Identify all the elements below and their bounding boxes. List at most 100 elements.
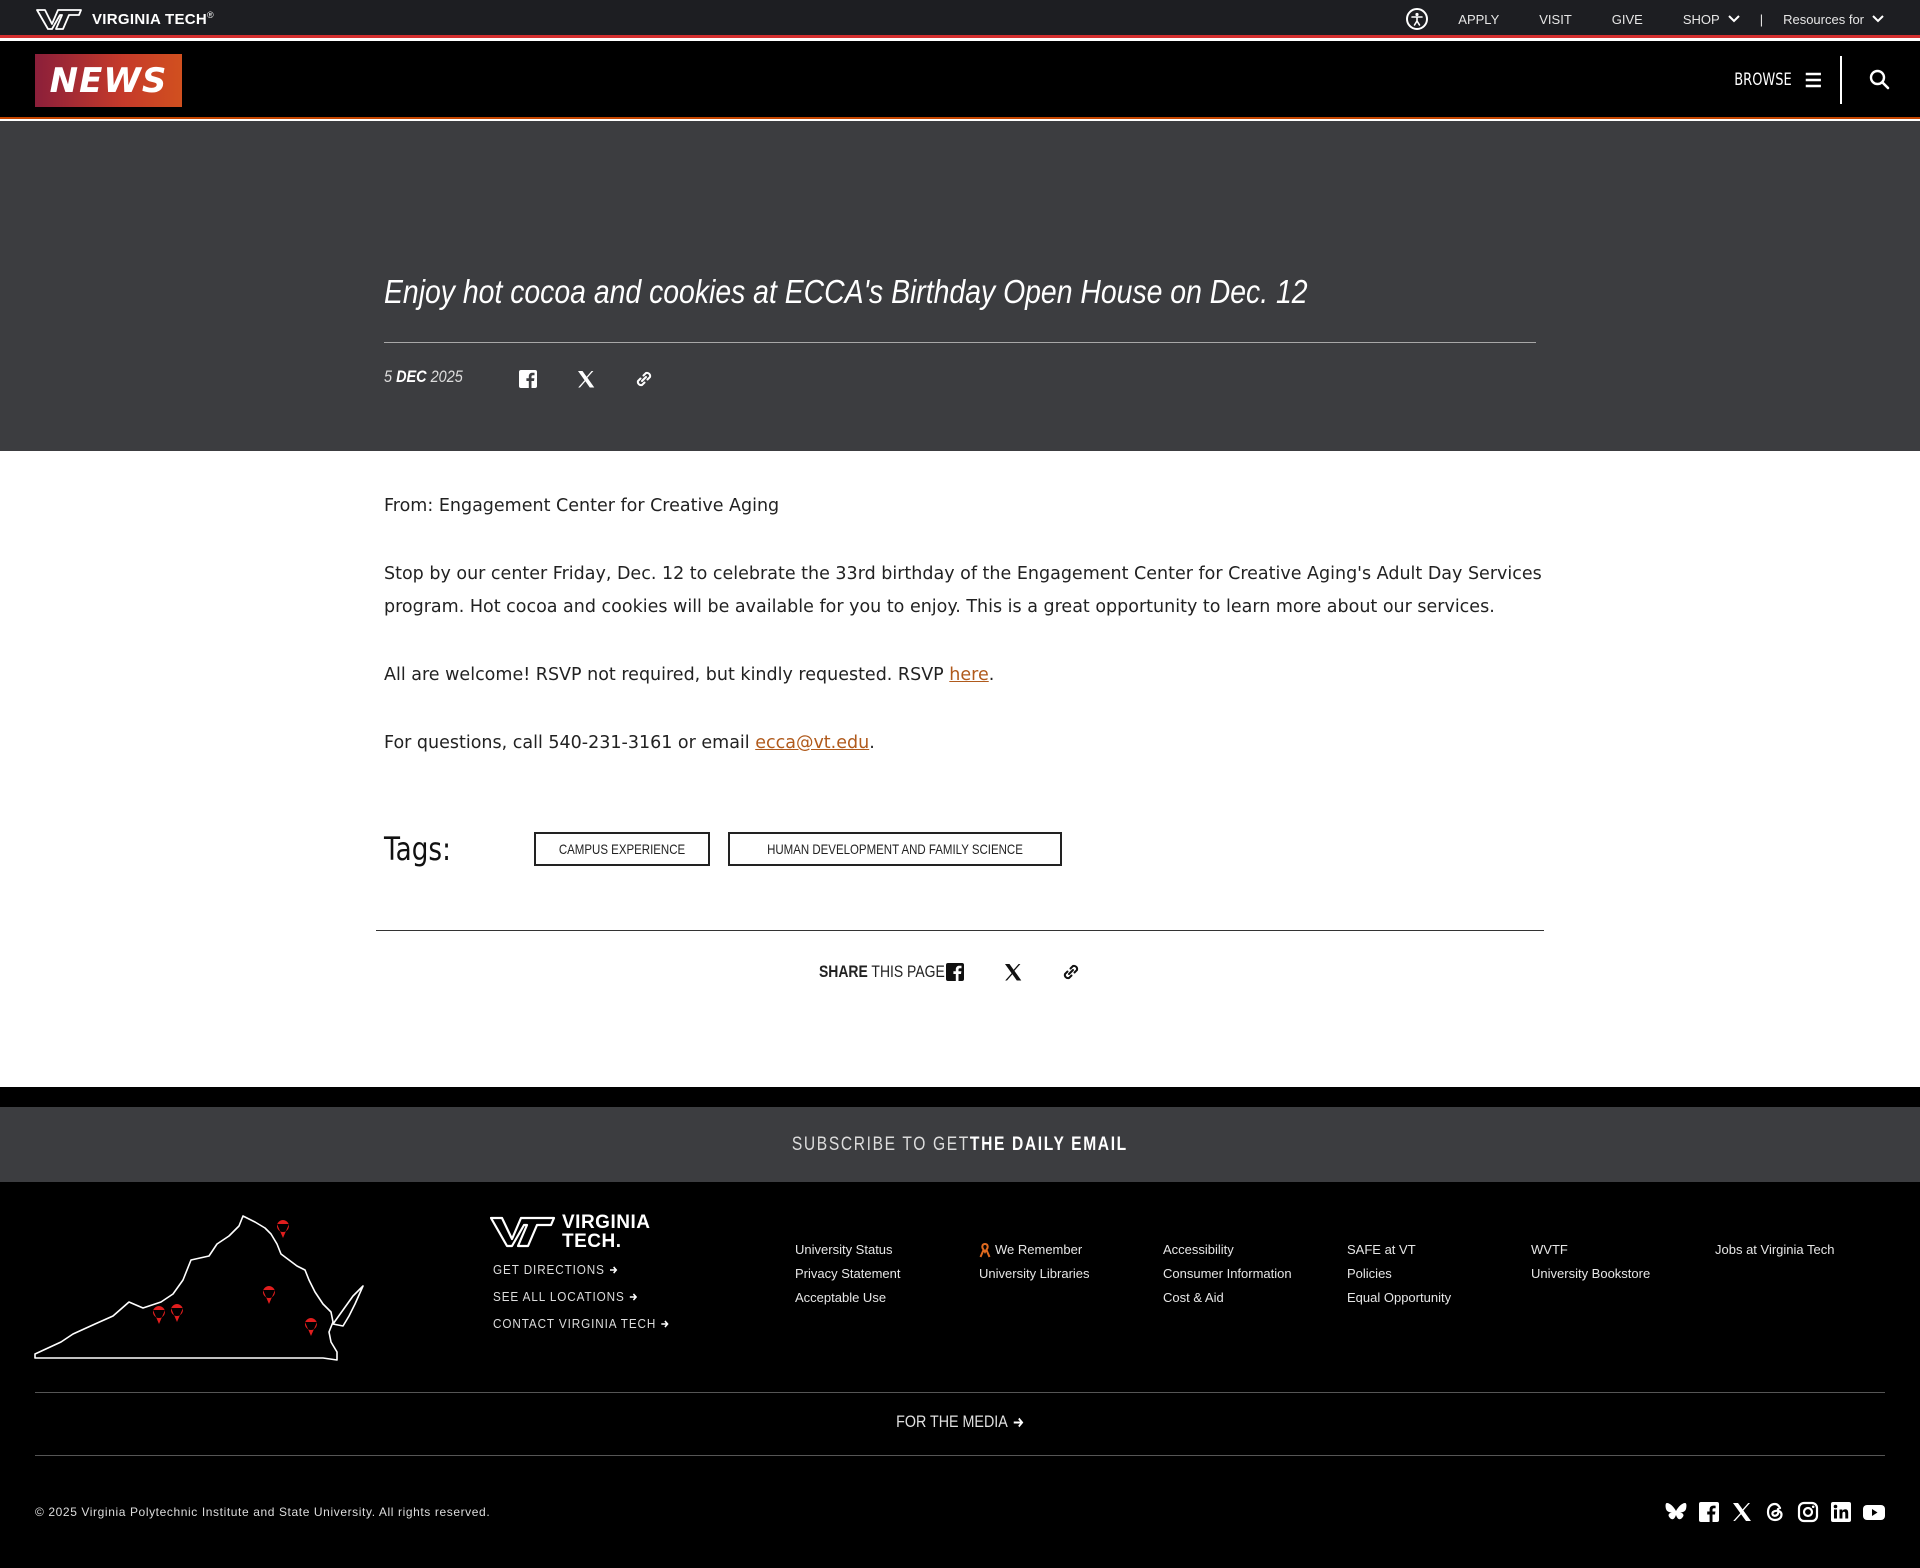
browse-button[interactable]: BROWSE bbox=[1735, 41, 1821, 119]
article-paragraph-1: Stop by our center Friday, Dec. 12 to ce… bbox=[384, 564, 1542, 617]
article-from: From: Engagement Center for Creative Agi… bbox=[384, 496, 780, 516]
article-date: 5 DEC 2025 bbox=[384, 367, 463, 387]
article-body: From: Engagement Center for Creative Agi… bbox=[384, 490, 1544, 795]
date-day: 5 bbox=[384, 367, 393, 386]
footer-link-we-remember[interactable]: We Remember bbox=[979, 1238, 1163, 1262]
tag-label: HUMAN DEVELOPMENT AND FAMILY SCIENCE bbox=[767, 841, 1023, 857]
youtube-icon[interactable] bbox=[1862, 1500, 1886, 1524]
utility-bar: VIRGINIA TECH® APPLY VISIT GIVE SHOP | R… bbox=[0, 0, 1920, 38]
for-the-media-label: FOR THE MEDIA bbox=[896, 1412, 1008, 1431]
footer-col-3: Accessibility Consumer Information Cost … bbox=[1163, 1238, 1347, 1310]
linkedin-icon[interactable] bbox=[1829, 1500, 1853, 1524]
x-icon[interactable] bbox=[1730, 1500, 1754, 1524]
article-paragraph-2: All are welcome! RSVP not required, but … bbox=[384, 659, 1544, 692]
contact-vt-link[interactable]: CONTACT VIRGINIA TECH bbox=[493, 1316, 670, 1331]
threads-icon[interactable] bbox=[1763, 1500, 1787, 1524]
vt-logo-icon bbox=[36, 8, 82, 30]
social-icons bbox=[1664, 1500, 1886, 1524]
news-logo[interactable]: NEWS bbox=[35, 54, 182, 107]
footer-link-consumer-information[interactable]: Consumer Information bbox=[1163, 1262, 1347, 1286]
footer-contact-links: GET DIRECTIONS SEE ALL LOCATIONS CONTACT… bbox=[493, 1262, 689, 1343]
subscribe-daily-email[interactable]: SUBSCRIBE TO GETTHE DAILY EMAIL bbox=[0, 1107, 1920, 1182]
article-title: Enjoy hot cocoa and cookies at ECCA's Bi… bbox=[384, 273, 1308, 310]
search-button[interactable] bbox=[1869, 69, 1890, 90]
news-header: NEWS BROWSE bbox=[0, 41, 1920, 119]
footer-link-university-bookstore[interactable]: University Bookstore bbox=[1531, 1262, 1715, 1286]
nav-shop[interactable]: SHOP bbox=[1683, 12, 1740, 27]
x-twitter-icon[interactable] bbox=[574, 367, 598, 391]
footer-brand-line1: VIRGINIA bbox=[562, 1212, 651, 1233]
share-divider bbox=[376, 930, 1544, 931]
para3-text: For questions, call 540-231-3161 or emai… bbox=[384, 733, 756, 753]
bluesky-icon[interactable] bbox=[1664, 1500, 1688, 1524]
tags-section: Tags: CAMPUS EXPERIENCE HUMAN DEVELOPMEN… bbox=[384, 830, 1080, 868]
search-icon bbox=[1869, 69, 1890, 90]
footer-link-wvtf[interactable]: WVTF bbox=[1531, 1238, 1715, 1262]
rsvp-link[interactable]: here bbox=[949, 665, 988, 685]
footer-link-columns: University Status Privacy Statement Acce… bbox=[795, 1238, 1899, 1310]
footer-col-5: WVTF University Bookstore bbox=[1531, 1238, 1715, 1310]
see-all-locations-link[interactable]: SEE ALL LOCATIONS bbox=[493, 1289, 670, 1304]
footer-link-privacy-statement[interactable]: Privacy Statement bbox=[795, 1262, 979, 1286]
subscribe-pre: SUBSCRIBE TO GET bbox=[792, 1133, 971, 1155]
footer-link-equal-opportunity[interactable]: Equal Opportunity bbox=[1347, 1286, 1531, 1310]
share-label: SHARE THIS PAGE bbox=[819, 962, 945, 982]
nav-give[interactable]: GIVE bbox=[1612, 12, 1643, 27]
arrow-right-icon bbox=[610, 1265, 618, 1274]
facebook-icon[interactable] bbox=[1697, 1500, 1721, 1524]
footer-vt-logo[interactable]: VIRGINIA TECH. bbox=[490, 1212, 651, 1251]
virginia-map bbox=[33, 1214, 369, 1364]
share-label-bold: SHARE bbox=[819, 962, 868, 981]
nav-shop-label: SHOP bbox=[1682, 11, 1720, 27]
get-directions-link[interactable]: GET DIRECTIONS bbox=[493, 1262, 670, 1277]
get-directions-label: GET DIRECTIONS bbox=[493, 1262, 605, 1277]
footer-col-6: Jobs at Virginia Tech bbox=[1715, 1238, 1899, 1310]
nav-visit[interactable]: VISIT bbox=[1539, 12, 1572, 27]
arrow-right-icon bbox=[1013, 1417, 1024, 1427]
accessibility-icon[interactable] bbox=[1406, 8, 1429, 30]
article-paragraph-3: For questions, call 540-231-3161 or emai… bbox=[384, 727, 1544, 760]
chevron-down-icon bbox=[1872, 15, 1884, 23]
tags-label: Tags: bbox=[384, 830, 451, 868]
we-remember-label: We Remember bbox=[995, 1242, 1083, 1257]
news-logo-text: NEWS bbox=[49, 60, 168, 101]
for-the-media-link[interactable]: FOR THE MEDIA bbox=[0, 1412, 1920, 1432]
footer-link-university-libraries[interactable]: University Libraries bbox=[979, 1262, 1163, 1286]
copyright: © 2025 Virginia Polytechnic Institute an… bbox=[35, 1505, 491, 1519]
copy-link-icon[interactable] bbox=[632, 367, 656, 391]
email-link[interactable]: ecca@vt.edu bbox=[755, 733, 869, 753]
utility-nav: APPLY VISIT GIVE SHOP | Resources for bbox=[1406, 0, 1884, 38]
subscribe-band bbox=[0, 1087, 1920, 1107]
footer-divider bbox=[35, 1392, 1885, 1393]
title-divider bbox=[384, 342, 1536, 343]
nav-resources-for[interactable]: Resources for bbox=[1783, 12, 1884, 27]
date-month: DEC bbox=[396, 367, 427, 386]
nav-apply-label: APPLY bbox=[1458, 11, 1500, 27]
footer-link-acceptable-use[interactable]: Acceptable Use bbox=[795, 1286, 979, 1310]
footer-col-2: We Remember University Libraries bbox=[979, 1238, 1163, 1310]
contact-vt-label: CONTACT VIRGINIA TECH bbox=[493, 1316, 657, 1331]
para2-text: All are welcome! RSVP not required, but … bbox=[384, 665, 950, 685]
footer-link-jobs[interactable]: Jobs at Virginia Tech bbox=[1715, 1238, 1899, 1262]
footer-link-university-status[interactable]: University Status bbox=[795, 1238, 979, 1262]
tag-campus-experience[interactable]: CAMPUS EXPERIENCE bbox=[534, 832, 711, 866]
nav-visit-label: VISIT bbox=[1539, 11, 1572, 27]
footer-link-accessibility[interactable]: Accessibility bbox=[1163, 1238, 1347, 1262]
copy-link-icon[interactable] bbox=[1059, 960, 1083, 984]
nav-apply[interactable]: APPLY bbox=[1458, 12, 1499, 27]
facebook-icon[interactable] bbox=[516, 367, 540, 391]
x-twitter-icon[interactable] bbox=[1001, 960, 1025, 984]
footer-link-safe-at-vt[interactable]: SAFE at VT bbox=[1347, 1238, 1531, 1262]
tag-human-development[interactable]: HUMAN DEVELOPMENT AND FAMILY SCIENCE bbox=[728, 832, 1063, 866]
share-label-rest: THIS PAGE bbox=[871, 962, 945, 981]
para2-end: . bbox=[988, 665, 995, 685]
hero-share-icons bbox=[516, 367, 656, 391]
facebook-icon[interactable] bbox=[943, 960, 967, 984]
footer-link-policies[interactable]: Policies bbox=[1347, 1262, 1531, 1286]
vt-home-link[interactable]: VIRGINIA TECH® bbox=[36, 8, 214, 30]
footer-link-cost-aid[interactable]: Cost & Aid bbox=[1163, 1286, 1347, 1310]
browse-label: BROWSE bbox=[1734, 70, 1793, 90]
instagram-icon[interactable] bbox=[1796, 1500, 1820, 1524]
tag-label: CAMPUS EXPERIENCE bbox=[558, 841, 686, 857]
subscribe-bold: THE DAILY EMAIL bbox=[970, 1133, 1128, 1155]
